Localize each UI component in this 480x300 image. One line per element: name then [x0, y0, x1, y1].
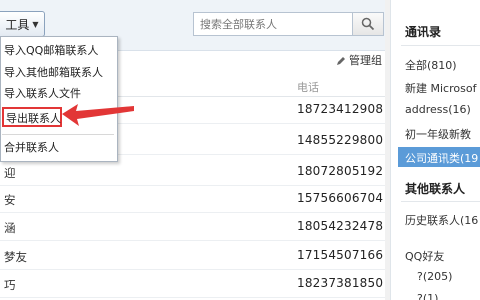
sidebar-item-label: 公司通讯类(19 — [405, 152, 479, 165]
search-icon — [361, 17, 375, 31]
contact-phone: 18237381850 — [297, 276, 384, 290]
menu-item-export-contacts[interactable]: 导出联系人 — [2, 107, 62, 127]
menu-divider — [2, 134, 114, 135]
sidebar-item-qq-group[interactable]: ?(205) — [417, 270, 452, 283]
contact-name: 迎 — [4, 166, 16, 180]
red-arrow-annotation — [62, 104, 134, 126]
sidebar-item-new-group[interactable]: 新建 Microsof — [405, 80, 476, 96]
contact-phone: 14855229800 — [297, 133, 384, 147]
tools-dropdown-button[interactable]: 工具 ▼ — [0, 11, 45, 37]
manage-groups-label: 管理组 — [349, 54, 382, 67]
contact-phone: 18072805192 — [297, 164, 384, 178]
menu-item-import-other-mail[interactable]: 导入其他邮箱联系人 — [1, 63, 118, 82]
other-contacts-title: 其他联系人 — [405, 182, 466, 196]
contact-name: 梦友 — [4, 250, 27, 264]
sidebar-item-company-selected[interactable]: 公司通讯类(19 — [398, 147, 480, 167]
caret-down-icon: ▼ — [32, 19, 39, 29]
pencil-icon — [337, 57, 345, 65]
sidebar-divider — [401, 45, 480, 46]
contact-phone: 18054232478 — [297, 219, 384, 233]
sidebar-item-all[interactable]: 全部(810) — [405, 57, 457, 73]
sidebar-divider — [401, 201, 480, 202]
table-row[interactable]: 涵 18054232478 — [0, 214, 390, 241]
contact-phone: 15756606704 — [297, 191, 384, 205]
table-row[interactable]: 迎 18072805192 — [0, 159, 390, 186]
sidebar-item-address[interactable]: address(16) — [405, 103, 471, 116]
search-box — [193, 12, 384, 36]
table-row[interactable]: 巧 18237381850 — [0, 271, 390, 298]
menu-item-merge-contacts[interactable]: 合并联系人 — [1, 138, 118, 157]
menu-item-import-qq[interactable]: 导入QQ邮箱联系人 — [1, 41, 118, 60]
phone-column-header: 电话 — [297, 81, 319, 94]
tools-dropdown-menu: 导入QQ邮箱联系人 导入其他邮箱联系人 导入联系人文件 导出联系人 合并联系人 — [0, 36, 118, 162]
table-row[interactable]: 安 15756606704 — [0, 186, 390, 213]
contact-name: 巧 — [4, 278, 16, 292]
address-book-title: 通讯录 — [405, 25, 442, 39]
sidebar-item-qq-group[interactable]: ?(1) — [417, 292, 438, 300]
contact-phone: 17154507166 — [297, 248, 384, 262]
sidebar-item-grade-one[interactable]: 初一年级新教 — [405, 126, 471, 142]
contact-groups-sidebar: 通讯录 全部(810) 新建 Microsof address(16) 初一年级… — [390, 0, 480, 300]
contact-name: 涵 — [4, 221, 16, 235]
contact-name: 安 — [4, 193, 16, 207]
sidebar-item-qq-friends[interactable]: QQ好友 — [405, 248, 444, 264]
manage-groups-link[interactable]: 管理组 — [336, 51, 382, 71]
sidebar-item-history[interactable]: 历史联系人(16 — [405, 212, 478, 228]
search-button[interactable] — [352, 13, 383, 35]
search-input[interactable] — [194, 13, 351, 35]
menu-item-import-file[interactable]: 导入联系人文件 — [1, 84, 118, 103]
contact-phone: 18723412908 — [297, 102, 384, 116]
table-row[interactable]: 梦友 17154507166 — [0, 243, 390, 270]
tools-label: 工具 — [5, 17, 30, 32]
